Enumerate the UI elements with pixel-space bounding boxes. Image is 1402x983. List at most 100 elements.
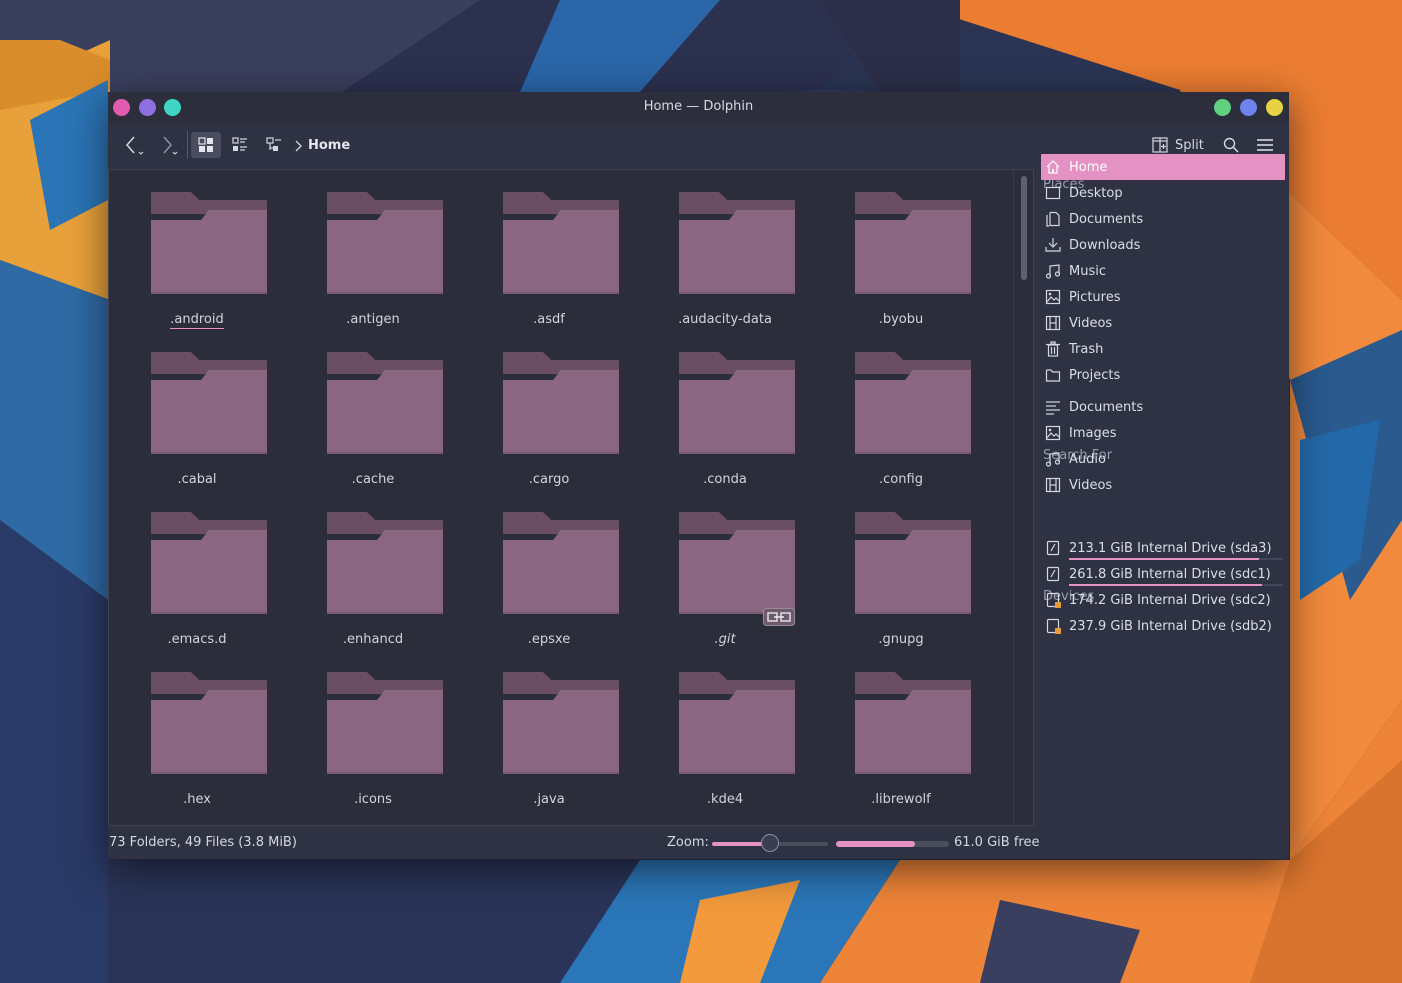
maximize-button[interactable]: [1240, 99, 1257, 116]
device-item-sdc1[interactable]: 261.8 GiB Internal Drive (sdc1): [1041, 561, 1285, 587]
folder-item[interactable]: .audacity-data: [637, 170, 813, 330]
folder-icon: [679, 672, 795, 774]
item-label: Videos: [1069, 315, 1113, 331]
minimize-button[interactable]: [1214, 99, 1231, 116]
place-item-desktop[interactable]: Desktop: [1041, 180, 1285, 206]
back-button[interactable]: [120, 132, 146, 158]
folder-item[interactable]: .config: [813, 330, 989, 490]
folder-name: .byobu: [813, 312, 989, 327]
folder-item[interactable]: .cargo: [461, 330, 637, 490]
folder-name-text: .byobu: [878, 312, 924, 327]
folder-item[interactable]: .conda: [637, 330, 813, 490]
place-item-audio[interactable]: Audio: [1041, 446, 1285, 472]
folder-item[interactable]: .gnupg: [813, 490, 989, 650]
folder-name: .asdf: [461, 312, 637, 327]
place-item-videos[interactable]: Videos: [1041, 310, 1285, 336]
folder-item[interactable]: .librewolf: [813, 650, 989, 810]
item-label: 174.2 GiB Internal Drive (sdc2): [1069, 592, 1271, 608]
place-item-documents[interactable]: Documents: [1041, 394, 1285, 420]
folder-item[interactable]: .java: [461, 650, 637, 810]
place-item-music[interactable]: Music: [1041, 258, 1285, 284]
folder-item[interactable]: .epsxe: [461, 490, 637, 650]
compact-view-button[interactable]: [226, 132, 254, 158]
folder-item[interactable]: .git: [637, 490, 813, 650]
folder-name-text: .audacity-data: [678, 312, 772, 327]
folder-name-text: .kde4: [706, 792, 744, 807]
place-item-downloads[interactable]: Downloads: [1041, 232, 1285, 258]
chevron-right-icon: [295, 140, 302, 151]
folder-item[interactable]: .cabal: [109, 330, 285, 490]
free-space-bar: [836, 841, 949, 847]
audio-icon: [1045, 452, 1061, 467]
folder-name-text: .enhancd: [342, 632, 404, 647]
folder-name-text: .antigen: [346, 312, 400, 327]
place-item-images[interactable]: Images: [1041, 420, 1285, 446]
folder-icon: [151, 672, 267, 774]
forward-button[interactable]: [154, 132, 180, 158]
folder-item[interactable]: .hex: [109, 650, 285, 810]
folder-item[interactable]: .enhancd: [285, 490, 461, 650]
folder-icon: [503, 672, 619, 774]
details-view-icon: [266, 137, 281, 151]
folder-name: .epsxe: [461, 632, 637, 647]
folder-name: .gnupg: [813, 632, 989, 647]
folder-name: .git: [637, 632, 813, 647]
place-item-videos[interactable]: Videos: [1041, 472, 1285, 498]
desktop-icon: [1045, 186, 1061, 200]
breadcrumb[interactable]: Home: [294, 138, 350, 153]
breadcrumb-home[interactable]: Home: [308, 138, 350, 153]
folder-item[interactable]: .kde4: [637, 650, 813, 810]
place-item-projects[interactable]: Projects: [1041, 362, 1285, 388]
device-usage-bar: [1069, 558, 1259, 560]
folder-item[interactable]: .emacs.d: [109, 490, 285, 650]
folder-item[interactable]: .asdf: [461, 170, 637, 330]
folder-name: .config: [813, 472, 989, 487]
folder-icon: [151, 512, 267, 614]
title-bar[interactable]: Home — Dolphin: [108, 92, 1289, 122]
folder-item[interactable]: .antigen: [285, 170, 461, 330]
place-item-pictures[interactable]: Pictures: [1041, 284, 1285, 310]
details-view-button[interactable]: [260, 132, 288, 158]
folder-item[interactable]: .byobu: [813, 170, 989, 330]
folder-name-text: .android: [170, 312, 224, 329]
symlink-icon: [763, 608, 795, 626]
folder-name-text: .cache: [351, 472, 395, 487]
status-summary: 73 Folders, 49 Files (3.8 MiB): [109, 835, 297, 850]
folder-item[interactable]: .cache: [285, 330, 461, 490]
item-label: Documents: [1069, 211, 1144, 227]
folder-item[interactable]: .icons: [285, 650, 461, 810]
folder-icon: [679, 192, 795, 294]
folder-name: .hex: [109, 792, 285, 807]
folder-icon: [503, 352, 619, 454]
folder-name: .cabal: [109, 472, 285, 487]
documents-icon: [1046, 211, 1060, 227]
item-label: Pictures: [1069, 289, 1121, 305]
folder-icon: [327, 512, 443, 614]
device-item-sdc2[interactable]: 174.2 GiB Internal Drive (sdc2): [1041, 587, 1285, 613]
device-usage-bar: [1069, 584, 1262, 586]
downloads-icon: [1045, 238, 1061, 252]
place-item-trash[interactable]: Trash: [1041, 336, 1285, 362]
window-menu-button[interactable]: [1266, 99, 1283, 116]
window-title: Home — Dolphin: [643, 99, 754, 114]
folder-name: .java: [461, 792, 637, 807]
icons-view-button[interactable]: [191, 132, 221, 158]
vertical-scrollbar[interactable]: [1021, 176, 1027, 280]
device-item-sda3[interactable]: 213.1 GiB Internal Drive (sda3): [1041, 535, 1285, 561]
device-item-sdb2[interactable]: 237.9 GiB Internal Drive (sdb2): [1041, 613, 1285, 639]
item-label: 213.1 GiB Internal Drive (sda3): [1069, 540, 1272, 556]
item-label: 261.8 GiB Internal Drive (sdc1): [1069, 566, 1271, 582]
file-view[interactable]: .android .antigen .asdf .audacity-data .byob…: [108, 169, 1034, 826]
drive-unmounted-icon: [1046, 618, 1061, 634]
folder-icon: [1045, 369, 1061, 382]
folder-name-text: .conda: [703, 472, 747, 487]
folder-item[interactable]: .android: [109, 170, 285, 330]
place-item-documents[interactable]: Documents: [1041, 206, 1285, 232]
folder-name-text: .icons: [354, 792, 392, 807]
drive-icon: [1046, 540, 1060, 556]
folder-name: .enhancd: [285, 632, 461, 647]
item-label: Audio: [1069, 451, 1106, 467]
folder-name-text: .gnupg: [878, 632, 924, 647]
place-item-home[interactable]: Home: [1041, 154, 1285, 180]
zoom-slider-handle[interactable]: [761, 834, 779, 852]
